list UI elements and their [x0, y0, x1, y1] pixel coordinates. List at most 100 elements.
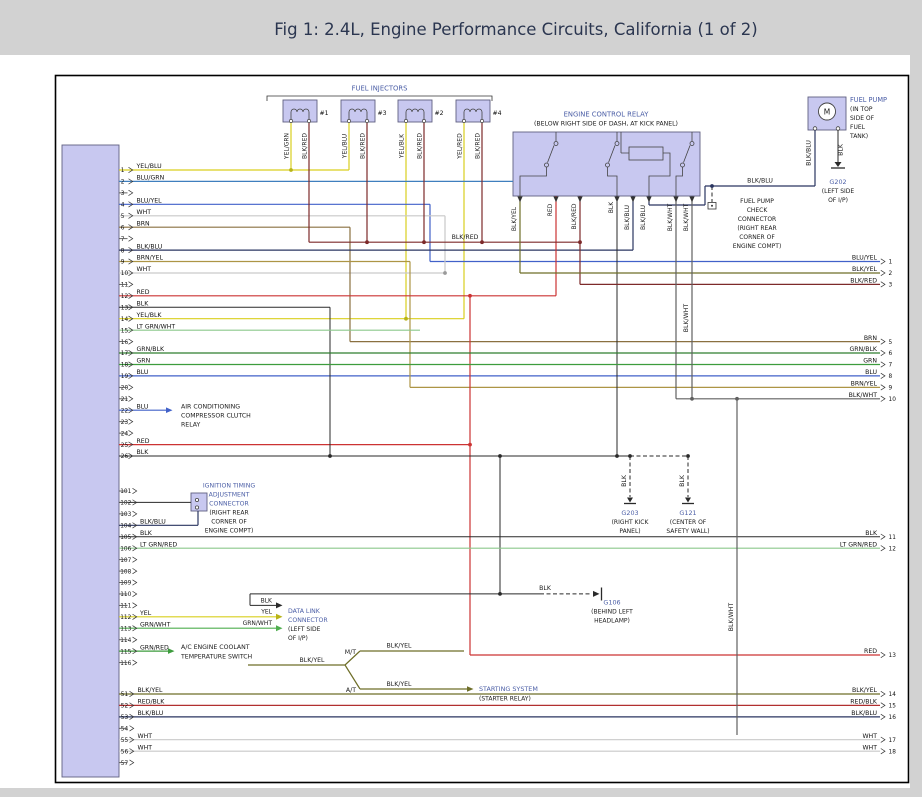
- ecm-pin-number: 114: [120, 638, 131, 644]
- relay-output-label: BLK: [608, 201, 615, 213]
- right-pin-label: LT GRN/RED: [840, 541, 877, 548]
- ecm-pin-number: 13: [121, 305, 129, 311]
- ecm-pin-label: BLU/YEL: [137, 198, 163, 205]
- engine-control-relay-box: [513, 132, 700, 196]
- right-pin-number: 10: [889, 397, 897, 403]
- ecm-pin-number: 20: [121, 386, 129, 392]
- at-label: A/T: [346, 687, 356, 694]
- check-connector-label: CONNECTOR: [738, 216, 776, 223]
- ac-clutch-relay-label: COMPRESSOR CLUTCH: [181, 413, 251, 420]
- ecm-pin-label: YEL: [139, 610, 152, 617]
- fuel-pump-location: FUEL: [850, 124, 866, 131]
- ground-id-g121: G121: [679, 509, 696, 517]
- relay-output-label: BLK/WHT: [667, 203, 674, 231]
- ecm-pin-label: WHT: [137, 209, 152, 216]
- ecm-pin-label: RED/BLK: [138, 699, 166, 706]
- right-pin-label: BLK: [865, 530, 878, 537]
- right-pin-number: 14: [889, 692, 897, 698]
- dlc-location: (LEFT SIDE: [288, 626, 321, 633]
- wire-label: BLK/BLU: [806, 140, 813, 166]
- ground-id-g202: G202: [829, 178, 846, 186]
- starting-system-title: STARTING SYSTEM: [479, 685, 538, 693]
- relay-location: (BELOW RIGHT SIDE OF DASH, AT KICK PANEL…: [534, 121, 678, 128]
- right-pin-number: 1: [889, 260, 893, 266]
- ecm-pin-number: 26: [121, 454, 129, 460]
- right-pin-label: BLK/WHT: [849, 392, 878, 399]
- right-pin-label: WHT: [862, 733, 877, 740]
- ecm-pin-label: BLK: [137, 449, 150, 456]
- ecm-pin-number: 106: [120, 546, 131, 552]
- wiring-diagram-page: Fig 1: 2.4L, Engine Performance Circuits…: [0, 0, 922, 797]
- injector-wire-label: BLK/RED: [301, 133, 308, 159]
- ground-id-g106: G106: [603, 599, 620, 607]
- injector-box: [283, 100, 317, 122]
- injector-id: #4: [493, 110, 502, 117]
- fuel-injectors-title: FUEL INJECTORS: [352, 85, 408, 93]
- fuel-pump-location: (IN TOP: [850, 106, 873, 113]
- wire-label: BLK: [679, 474, 686, 487]
- ecm-pin-label: RED: [137, 438, 150, 445]
- ecm-pin-label: GRN: [137, 358, 151, 365]
- right-pin-label: BLK/YEL: [852, 687, 878, 694]
- wiring-diagram-canvas: Fig 1: 2.4L, Engine Performance Circuits…: [0, 0, 922, 797]
- right-pin-number: 5: [889, 340, 893, 346]
- ground-location: HEADLAMP): [594, 618, 630, 625]
- injector-box: [456, 100, 490, 122]
- relay-output-label: BLK/BLU: [624, 205, 631, 230]
- ecm-pin-number: 57: [121, 761, 129, 767]
- right-pin-label: GRN: [863, 358, 877, 365]
- ecm-pin-number: 21: [121, 397, 129, 403]
- ecm-pin-number: 17: [121, 351, 129, 357]
- ecm-pin-label: BLK/BLU: [137, 243, 163, 250]
- right-pin-number: 12: [889, 546, 897, 552]
- right-pin-number: 2: [889, 271, 893, 277]
- ecm-pin-number: 103: [120, 512, 131, 518]
- fuel-pump-motor-label: M: [824, 108, 830, 117]
- ecm-pin-number: 5: [121, 214, 125, 220]
- ecm-pin-number: 112: [120, 615, 131, 621]
- right-pin-label: BLK/RED: [850, 278, 877, 285]
- ecm-pin-label: GRN/WHT: [140, 621, 171, 628]
- ecm-pin-label: BLU/GRN: [137, 175, 165, 182]
- right-pin-number: 6: [889, 351, 893, 357]
- ecm-pin-label: BLK: [140, 530, 153, 537]
- wire-label: BLK: [838, 143, 845, 156]
- wire-label: BLK: [621, 474, 628, 487]
- ecm-pin-label: BLK/BLU: [140, 519, 166, 526]
- mt-label: M/T: [345, 649, 356, 656]
- right-pin-number: 8: [889, 374, 893, 380]
- ecm-pin-number: 113: [120, 626, 131, 632]
- dlc-wire-label: GRN/WHT: [243, 620, 273, 627]
- ecm-pin-number: 54: [121, 727, 129, 733]
- ecm-pin-label: BLK/YEL: [138, 687, 164, 694]
- ecm-pin-number: 101: [120, 489, 131, 495]
- ecm-pin-number: 116: [120, 661, 131, 667]
- ecm-pin-number: 53: [121, 715, 129, 721]
- ecm-pin-number: 23: [121, 420, 129, 426]
- ecm-pin-label: LT GRN/RED: [140, 541, 177, 548]
- injector-box: [341, 100, 375, 122]
- right-pin-number: 13: [889, 653, 897, 659]
- ac-coolant-switch-label: A/C ENGINE COOLANT: [181, 644, 250, 651]
- injector-wire-label: YEL/GRN: [283, 133, 290, 160]
- relay-output-label: BLK/YEL: [511, 206, 518, 231]
- figure-title: Fig 1: 2.4L, Engine Performance Circuits…: [274, 20, 757, 39]
- dlc-location: OF I/P): [288, 635, 308, 642]
- ecm-pin-number: 22: [121, 408, 129, 414]
- right-pin-number: 3: [889, 283, 893, 289]
- fuel-pump-location: TANK): [849, 133, 868, 140]
- right-pin-number: 18: [889, 749, 897, 755]
- ignition-timing-title: CONNECTOR: [209, 501, 249, 508]
- ecm-pin-number: 109: [120, 581, 131, 587]
- ecm-pin-label: GRN/RED: [140, 644, 169, 651]
- ground-location: (RIGHT KICK: [612, 519, 650, 526]
- ecm-pin-number: 55: [121, 738, 129, 744]
- injector-id: #3: [378, 110, 387, 117]
- ecm-pin-number: 102: [120, 501, 131, 507]
- right-pin-label: BRN: [864, 335, 878, 342]
- injector-id: #1: [320, 110, 329, 117]
- ac-clutch-relay-label: RELAY: [181, 422, 201, 429]
- right-pin-number: 15: [889, 704, 897, 710]
- injector-box: [398, 100, 432, 122]
- wire-label: BLK/WHT: [728, 603, 735, 632]
